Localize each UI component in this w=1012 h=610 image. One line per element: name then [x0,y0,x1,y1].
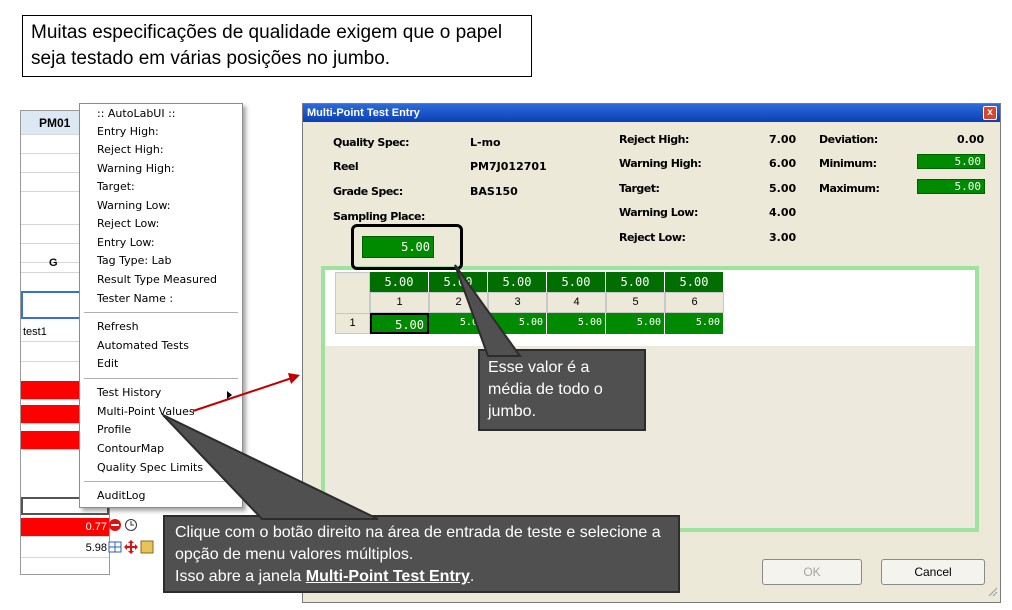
menu-info-reject-low: Reject Low: [97,217,160,230]
grid-empty-area [325,346,975,528]
column-number-cell: 1 [370,292,429,313]
entry-cell[interactable]: 5.00 [665,313,724,334]
menu-item-refresh[interactable]: Refresh [97,318,139,336]
menu-item-quality-spec-limits[interactable]: Quality Spec Limits [97,459,203,477]
menu-separator [84,378,238,379]
menu-item-contour-map[interactable]: ContourMap [97,440,164,458]
menu-info-tester-name: Tester Name : [97,292,174,305]
menu-info-result-type: Result Type Measured [97,273,217,286]
reel-value: PM7J012701 [470,160,547,173]
column-average-cell: 5.00 [606,272,665,292]
average-callout: Esse valor é a média de todo o jumbo. [478,349,646,431]
menu-item-multi-point-values[interactable]: Multi-Point Values [97,403,195,421]
menu-separator [84,481,238,482]
menu-title: :: AutoLabUI :: [97,107,176,120]
grid-icon[interactable] [108,540,122,557]
deviation-value: 0.00 [957,133,985,146]
note-icon[interactable] [140,540,154,557]
reject-high-value: 7.00 [769,133,797,146]
grid-value-red[interactable]: 0.77 [21,518,109,537]
intro-text-box: Muitas especificações de qualidade exige… [22,15,532,77]
deviation-label: Deviation: [819,133,878,146]
menu-item-test-history[interactable]: Test History [97,384,161,402]
instructions-end: . [469,568,475,585]
column-number-cell: 2 [429,292,488,313]
column-average-cell: 5.00 [429,272,488,292]
entry-cell[interactable]: 5.00 [606,313,665,334]
menu-separator [84,312,238,313]
stop-icon[interactable] [108,518,122,535]
column-number-cell: 6 [665,292,724,313]
column-average-cell: 5.00 [547,272,606,292]
grid-value[interactable]: 5.98 [21,539,109,558]
cancel-button[interactable]: Cancel [881,559,985,585]
quality-spec-value: L-mo [470,136,501,149]
menu-info-warning-low: Warning Low: [97,199,171,212]
menu-info-target: Target: [97,180,135,193]
multi-point-grid: 1 5.00 1 5.00 5.00 2 5.00 5.00 3 5.00 5.00 4 5.00 5.… [321,266,979,532]
column-number-cell: 3 [488,292,547,313]
column-average-cell: 5.00 [488,272,547,292]
sampling-place-label: Sampling Place: [333,210,425,223]
submenu-arrow-icon [227,389,233,402]
window-name-link: Multi-Point Test Entry [305,568,470,585]
row-header-1: 1 [335,313,370,334]
warning-high-value: 6.00 [769,157,797,170]
column-number-cell: 4 [547,292,606,313]
move-icon[interactable] [124,540,138,557]
highlight-rect [351,224,463,270]
warning-low-label: Warning Low: [619,206,698,219]
average-callout-text: Esse valor é a média de todo o jumbo. [488,359,603,420]
instructions-line1: Clique com o botão direito na área de en… [175,524,661,563]
entry-cell[interactable]: 5.00 [429,313,488,334]
resize-grip-icon[interactable] [986,585,998,600]
reject-low-label: Reject Low: [619,231,686,244]
target-label: Target: [619,182,660,195]
entry-cell[interactable]: 5.00 [547,313,606,334]
maximum-label: Maximum: [819,182,880,195]
window-title: Multi-Point Test Entry [307,107,420,119]
instructions-callout: Clique com o botão direito na área de en… [163,515,680,593]
target-value: 5.00 [769,182,797,195]
ok-button[interactable]: OK [762,559,862,585]
instructions-line2: Isso abre a janela [175,568,306,585]
window-titlebar[interactable]: Multi-Point Test Entry x [303,104,1000,122]
quality-spec-label: Quality Spec: [333,136,410,149]
context-menu: :: AutoLabUI :: Entry High: Reject High:… [79,103,243,508]
minimum-label: Minimum: [819,157,877,170]
warning-low-value: 4.00 [769,206,797,219]
entry-cell[interactable]: 5.00 [488,313,547,334]
menu-info-warning-high: Warning High: [97,162,175,175]
maximum-value: 5.00 [917,179,985,194]
pointer-arrowhead [288,373,300,384]
reel-label: Reel [333,160,359,173]
menu-info-reject-high: Reject High: [97,143,164,156]
column-average-cell: 5.00 [370,272,429,292]
menu-item-automated-tests[interactable]: Automated Tests [97,337,189,355]
menu-info-entry-low: Entry Low: [97,236,155,249]
menu-info-tag-type: Tag Type: Lab [97,254,172,267]
grade-spec-label: Grade Spec: [333,185,403,198]
minimum-value: 5.00 [917,154,985,169]
grade-spec-value: BAS150 [470,185,518,198]
active-entry-cell[interactable]: 5.00 [370,313,429,334]
menu-item-audit-log[interactable]: AuditLog [97,487,146,505]
column-number-cell: 5 [606,292,665,313]
menu-info-entry-high: Entry High: [97,125,159,138]
instructions-line2-wrapper: Isso abre a janela Multi-Point Test Entr… [175,566,668,588]
menu-item-profile[interactable]: Profile [97,421,131,439]
intro-text: Muitas especificações de qualidade exige… [31,22,503,69]
clock-icon[interactable] [124,518,138,535]
close-icon[interactable]: x [983,106,997,120]
warning-high-label: Warning High: [619,157,702,170]
reject-low-value: 3.00 [769,231,797,244]
column-average-cell: 5.00 [665,272,724,292]
reject-high-label: Reject High: [619,133,689,146]
menu-item-edit[interactable]: Edit [97,355,118,373]
